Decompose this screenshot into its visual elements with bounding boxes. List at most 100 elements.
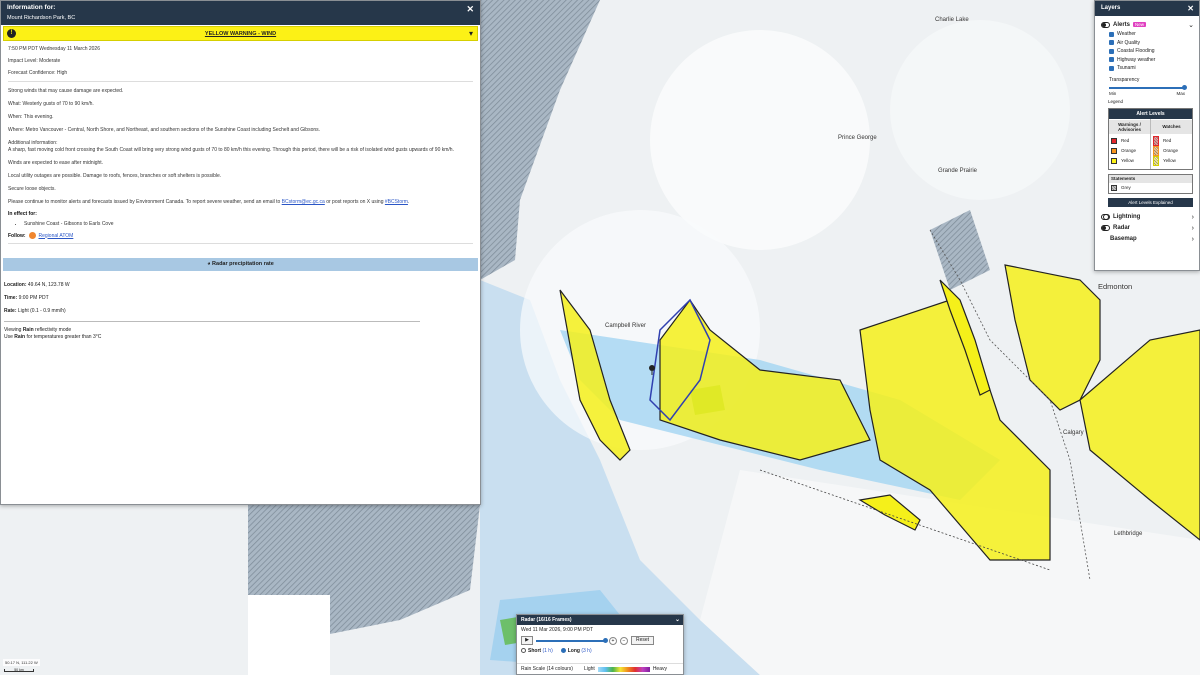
warning-text: Please continue to monitor alerts and fo… — [8, 199, 410, 205]
city-label-lethbridge: Lethbridge — [1114, 531, 1143, 537]
watches-header: Watches — [1151, 119, 1192, 134]
watch-level-yellow: Yellow — [1153, 155, 1190, 166]
level-orange: Orange — [1111, 146, 1148, 156]
rss-icon — [28, 232, 36, 239]
radar-range-circle-1 — [650, 30, 870, 250]
rain-scale: Rain Scale (14 colours) Light Heavy — [517, 663, 683, 674]
zoom-in-icon[interactable]: + — [609, 636, 617, 645]
city-label-edmonton: Edmonton — [1098, 282, 1133, 291]
short-option[interactable]: Short (1 h) — [521, 648, 553, 654]
scale-bar: 50 km — [4, 668, 34, 672]
layer-alerts[interactable]: Alerts New ⌄ — [1095, 19, 1199, 30]
chevron-right-icon[interactable]: › — [1192, 236, 1194, 243]
watch-level-red: Red — [1153, 135, 1190, 146]
radar-time: Time: 9:00 PM PDT — [4, 295, 49, 301]
in-effect-label: In effect for: — [8, 211, 37, 217]
warning-banner[interactable]: ! YELLOW WARNING - WIND ▾ — [3, 26, 478, 41]
in-effect-list: Sunshine Coast - Gibsons to Earls Cove — [24, 221, 473, 227]
atom-feed-link[interactable]: Regional ATOM — [39, 233, 74, 239]
checkbox-icon[interactable] — [1109, 57, 1114, 63]
toggle-icon[interactable] — [1101, 225, 1110, 231]
city-label-charlie-lake: Charlie Lake — [935, 17, 969, 23]
warning-text: Where: Metro Vancouver - Central, North … — [8, 127, 321, 133]
coordinate-readout: 50.17 N, 111.22 W — [3, 659, 40, 666]
close-icon[interactable]: ✕ — [466, 4, 474, 15]
warning-issued: 7:50 PM PDT Wednesday 11 March 2026 — [8, 46, 100, 52]
player-controls: ▶ + − Reset — [517, 635, 683, 646]
warning-text: Winds are expected to ease after midnigh… — [8, 160, 104, 166]
chevron-down-icon[interactable]: ⌄ — [1188, 21, 1194, 29]
alert-type-coastal-flooding[interactable]: Coastal Flooding — [1095, 47, 1199, 56]
toggle-icon[interactable] — [1101, 21, 1110, 28]
alert-icon: ! — [7, 29, 16, 38]
alert-levels-box: Alert Levels Warnings / Advisories Red O… — [1108, 107, 1193, 170]
reset-button[interactable]: Reset — [631, 636, 655, 645]
info-title: Information for: — [7, 4, 56, 11]
level-red: Red — [1111, 136, 1148, 146]
warning-text: Local utility outages are possible. Dama… — [8, 173, 222, 179]
chevron-down-icon[interactable]: ▾ — [469, 27, 473, 40]
radar-mode-note: Viewing Rain reflectivity mode — [4, 327, 72, 333]
statements-header: Statements — [1109, 174, 1192, 183]
hashtag-link[interactable]: #BCStorm — [385, 199, 408, 205]
swatch-grey — [1111, 184, 1117, 191]
warning-body: 7:50 PM PDT Wednesday 11 March 2026 Impa… — [1, 46, 480, 244]
chevron-right-icon[interactable]: › — [1192, 214, 1194, 221]
transparency-slider[interactable] — [1109, 84, 1187, 90]
player-header: Radar (16/16 Frames) ⌄ — [517, 615, 683, 625]
warning-impact: Impact Level: Moderate — [8, 58, 61, 64]
layer-radar[interactable]: Radar › — [1095, 223, 1199, 234]
alert-type-weather[interactable]: Weather — [1095, 30, 1199, 39]
checkbox-icon[interactable] — [1109, 31, 1114, 37]
city-label-campbell-river: Campbell River — [605, 323, 647, 329]
alert-type-tsunami[interactable]: Tsunami — [1095, 64, 1199, 73]
radio-icon — [521, 648, 526, 654]
statements-box: Statements Grey — [1108, 173, 1193, 194]
long-option[interactable]: Long (3 h) — [560, 648, 592, 654]
layer-lightning[interactable]: Lightning › — [1095, 212, 1199, 223]
transparency-control: Transparency Min Max — [1095, 73, 1199, 96]
chevron-right-icon[interactable]: › — [1192, 225, 1194, 232]
warnings-header: Warnings / Advisories — [1109, 119, 1150, 134]
no-data-area — [248, 595, 330, 675]
watch-level-orange: Orange — [1153, 145, 1190, 156]
zoom-out-icon[interactable]: − — [620, 636, 628, 645]
swatch-orange — [1111, 147, 1117, 154]
slider-min-label: Min — [1109, 90, 1117, 96]
radar-usage-note: Use Rain for temperatures greater than 3… — [4, 334, 102, 340]
scale-heavy-label: Heavy — [652, 666, 667, 672]
radar-player: Radar (16/16 Frames) ⌄ Wed 11 Mar 2026, … — [516, 614, 684, 675]
layers-panel: Layers ✕ Alerts New ⌄ Weather Air Qualit… — [1094, 0, 1200, 271]
duration-options: Short (1 h) Long (3 h) — [517, 646, 683, 656]
layer-basemap[interactable]: Basemap › — [1095, 234, 1199, 245]
list-item: Sunshine Coast - Gibsons to Earls Cove — [24, 221, 473, 227]
alert-levels-explained-button[interactable]: Alert Levels Explained — [1108, 197, 1193, 207]
checkbox-icon[interactable] — [1109, 65, 1114, 71]
swatch-yellow-hatched — [1153, 155, 1159, 166]
close-icon[interactable]: ✕ — [1187, 1, 1194, 16]
toggle-icon[interactable] — [1101, 214, 1110, 220]
alert-type-air-quality[interactable]: Air Quality — [1095, 39, 1199, 48]
radar-rate-body: Location: 49.64 N, 123.78 W Time: 9:00 P… — [1, 271, 480, 344]
play-icon[interactable]: ▶ — [521, 636, 533, 645]
info-location: Mount Richardson Park, BC — [7, 15, 76, 21]
warning-text: Strong winds that may cause damage are e… — [8, 88, 124, 94]
divider — [8, 81, 473, 82]
checkbox-icon[interactable] — [1109, 48, 1114, 54]
radio-selected-icon — [560, 648, 566, 654]
warning-text: When: This evening. — [8, 114, 54, 120]
swatch-red — [1111, 137, 1117, 144]
warning-text: What: Westerly gusts of 70 to 90 km/h. — [8, 101, 94, 107]
checkbox-icon[interactable] — [1109, 40, 1114, 46]
alert-type-highway-weather[interactable]: Highway weather — [1095, 56, 1199, 65]
radar-rate: Rate: Light (0.1 - 0.9 mm/h) — [4, 308, 66, 314]
chevron-down-icon[interactable]: ⌄ — [675, 615, 680, 625]
alert-levels-title: Alert Levels — [1109, 108, 1192, 119]
swatch-red-hatched — [1153, 135, 1159, 146]
follow-row: Follow: Regional ATOM — [8, 232, 74, 239]
email-link[interactable]: BCstorm@ec.gc.ca — [282, 199, 325, 205]
legend-label: Legend — [1108, 98, 1124, 104]
frame-slider[interactable] — [536, 637, 608, 643]
warning-text: Additional information: A sharp, fast mov… — [8, 140, 454, 153]
warning-title[interactable]: YELLOW WARNING - WIND — [205, 31, 276, 37]
